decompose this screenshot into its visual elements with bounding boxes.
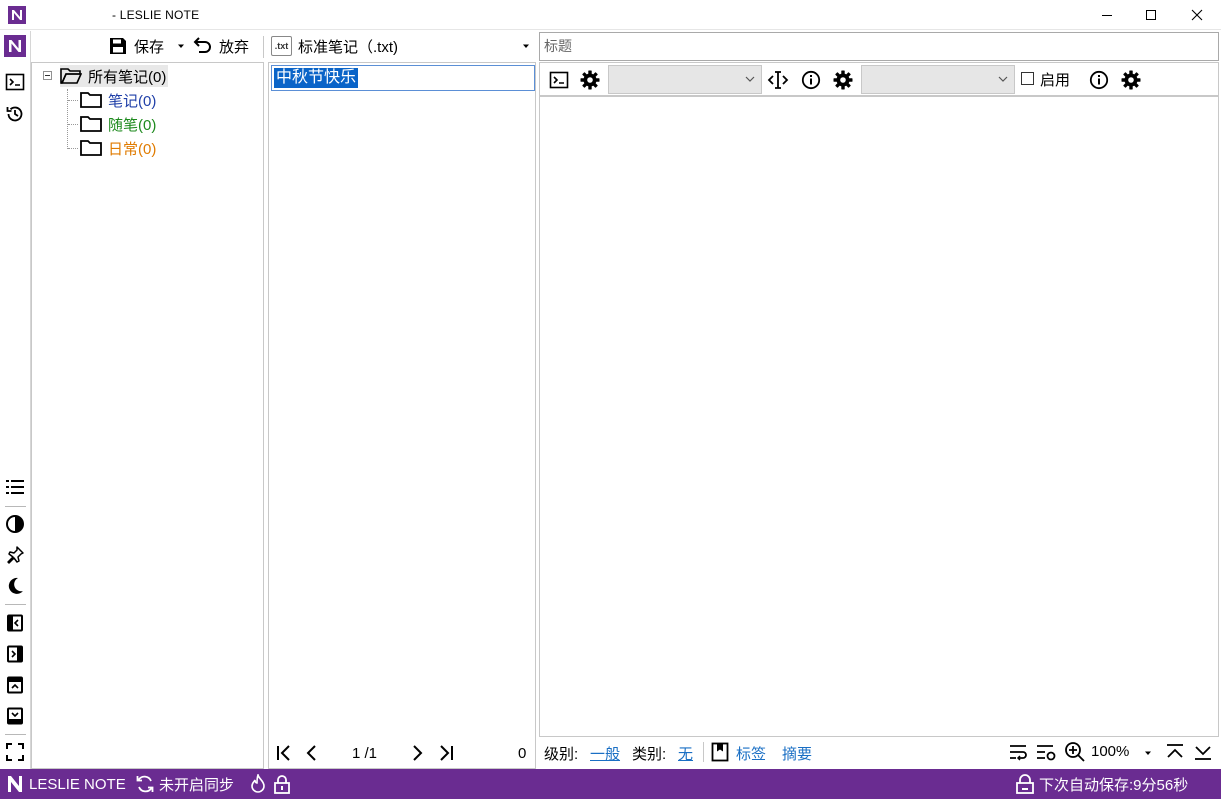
folder-icon [80,140,102,156]
title-bar: - LESLIE NOTE [0,0,1221,30]
collapse-bottom-icon[interactable] [4,705,26,727]
pin-icon[interactable] [4,544,26,566]
status-bar: LESLIE NOTE 未开启同步 下次自动保存:9分56秒 [0,769,1221,799]
status-autosave: 下次自动保存:9分56秒 [1015,774,1188,794]
info-icon[interactable] [1088,69,1110,91]
collapse-right-icon[interactable] [4,643,26,665]
page-indicator: 1 /1 [352,745,378,762]
lock-open-icon [1016,774,1034,794]
note-list: 中秋节快乐 1 /1 0 [268,62,536,769]
terminal-icon[interactable] [548,69,570,91]
window-title: - LESLIE NOTE [112,8,200,22]
category-value-link[interactable]: 无 [678,743,693,764]
text-cursor-icon[interactable] [767,69,789,91]
chevron-down-icon [998,76,1008,82]
folder-icon [80,116,102,132]
tags-link[interactable]: 标签 [736,743,766,764]
zoom-level[interactable]: 100% [1091,743,1129,760]
app-menu-logo-icon[interactable] [4,35,26,57]
pager: 1 /1 0 [269,739,535,768]
previous-page-icon[interactable] [303,744,321,762]
folder-open-icon [60,68,82,84]
status-app-name: LESLIE NOTE [29,775,126,793]
chevron-down-icon [745,76,755,82]
status-app[interactable]: LESLIE NOTE [5,774,126,794]
leslie-note-logo-icon [8,776,22,792]
gear-icon[interactable] [832,69,854,91]
level-label: 级别: [544,746,579,763]
tree-item-daily[interactable]: 日常(0) [80,137,156,159]
gear-icon[interactable] [1120,69,1142,91]
status-sync-label: 未开启同步 [159,776,235,794]
enable-checkbox[interactable] [1021,72,1034,85]
tree-collapse-toggle[interactable] [43,71,52,80]
discard-label: 放弃 [219,38,250,56]
moon-icon[interactable] [4,575,26,597]
editor-bottom-bar: 级别: 一般 类别: 无 标签 摘要 100% [539,737,1221,768]
main-toolbar: 保存 放弃 .txt 标准笔记（.txt) [31,31,537,62]
collapse-left-icon[interactable] [4,612,26,634]
autosave-countdown: 下次自动保存:9分56秒 [1039,776,1189,794]
summary-link[interactable]: 摘要 [782,743,812,764]
contrast-icon[interactable] [4,513,26,535]
left-icon-rail [0,31,31,769]
app-logo-icon [8,6,26,24]
scroll-bottom-icon[interactable] [1193,742,1213,762]
undo-icon [193,37,211,53]
history-icon[interactable] [4,103,26,125]
maximize-button[interactable] [1128,0,1174,30]
bookmark-icon[interactable] [711,742,729,762]
editor-combo-2[interactable] [861,65,1015,94]
tree-item-label: 日常(0) [108,140,157,158]
note-editor[interactable] [539,96,1219,737]
tree-item-notes[interactable]: 笔记(0) [80,89,156,111]
gear-icon[interactable] [579,69,601,91]
note-type-dropdown-arrow-icon[interactable] [522,35,530,57]
terminal-icon[interactable] [4,71,26,93]
txt-file-icon: .txt [271,36,292,56]
fullscreen-icon[interactable] [4,741,26,763]
level-value-link[interactable]: 一般 [590,743,620,764]
note-type-label: 标准笔记（.txt) [298,38,398,56]
tree-root-label: 所有笔记(0) [88,68,167,86]
tree-root-all-notes[interactable]: 所有笔记(0) [60,65,169,87]
scroll-top-icon[interactable] [1165,742,1185,762]
folder-icon [80,92,102,108]
note-title: 中秋节快乐 [274,68,359,88]
tree-item-label: 笔记(0) [108,92,157,110]
zoom-dropdown-arrow-icon[interactable] [1144,749,1152,757]
save-label: 保存 [134,38,165,56]
lock-icon[interactable] [273,774,291,794]
status-sync[interactable]: 未开启同步 [135,774,234,794]
editor-combo-1[interactable] [608,65,762,94]
enable-label: 启用 [1040,72,1071,89]
list-item[interactable]: 中秋节快乐 [271,65,535,91]
save-dropdown-arrow-icon[interactable] [177,35,185,57]
close-button[interactable] [1174,0,1220,30]
info-icon[interactable] [800,69,822,91]
discard-button[interactable]: 放弃 [193,35,249,57]
sync-icon [136,775,154,793]
category-tree: 所有笔记(0) 笔记(0) 随笔(0) 日常(0) [31,62,264,769]
list-icon[interactable] [4,476,26,498]
next-page-icon[interactable] [408,744,426,762]
word-wrap-icon[interactable] [1008,742,1028,762]
text-settings-icon[interactable] [1035,742,1057,762]
last-page-icon[interactable] [437,744,455,762]
editor-toolbar: 启用 [539,62,1219,96]
tree-item-essays[interactable]: 随笔(0) [80,113,156,135]
minimize-button[interactable] [1084,0,1130,30]
title-input[interactable]: 标题 [539,32,1219,61]
category-label: 类别: [632,746,667,763]
flame-icon[interactable] [249,774,267,794]
tree-item-label: 随笔(0) [108,116,157,134]
note-type-selector[interactable]: .txt 标准笔记（.txt) [271,35,398,57]
collapse-top-icon[interactable] [4,674,26,696]
first-page-icon[interactable] [275,744,293,762]
save-icon [110,38,126,54]
save-button[interactable]: 保存 [108,35,164,57]
note-count: 0 [518,745,527,762]
zoom-in-icon[interactable] [1064,741,1086,763]
